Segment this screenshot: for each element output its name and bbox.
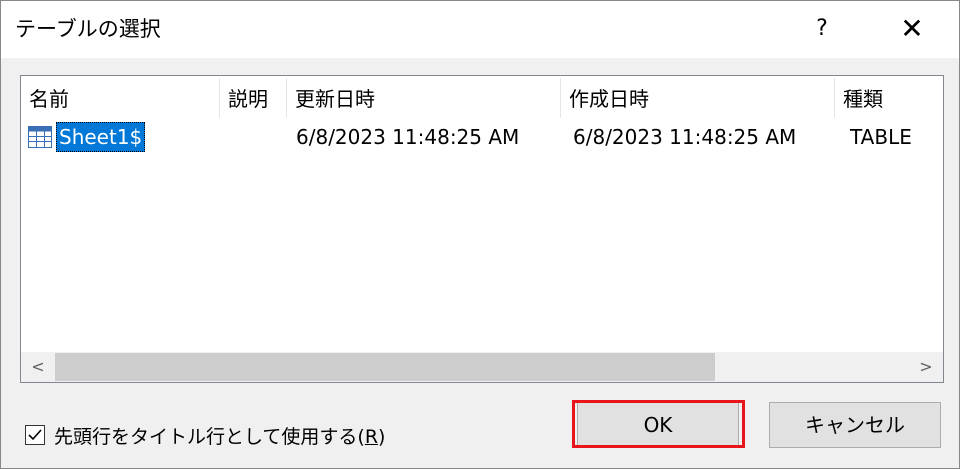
- first-row-header-option[interactable]: 先頭行をタイトル行として使用する(R): [25, 421, 385, 449]
- help-icon: ?: [816, 16, 828, 41]
- list-header: 名前 説明 更新日時 作成日時 種類: [21, 76, 943, 122]
- scroll-left-icon[interactable]: <: [23, 352, 53, 382]
- row-name-cell[interactable]: Sheet1$: [56, 122, 146, 152]
- cancel-button[interactable]: キャンセル: [769, 402, 941, 448]
- table-row[interactable]: Sheet1$ 6/8/2023 11:48:25 AM 6/8/2023 11…: [21, 121, 943, 153]
- close-button[interactable]: ✕: [888, 11, 936, 47]
- ok-highlight-box: [572, 400, 745, 448]
- select-table-dialog: テーブルの選択 ? ✕ 名前 説明 更新日時 作成日時 種類 Sheet1$ 6…: [0, 0, 960, 469]
- table-list[interactable]: 名前 説明 更新日時 作成日時 種類 Sheet1$ 6/8/2023 11:4…: [20, 75, 944, 383]
- column-header-type[interactable]: 種類: [835, 76, 943, 122]
- column-header-name[interactable]: 名前: [21, 76, 219, 122]
- help-button[interactable]: ?: [807, 11, 837, 47]
- first-row-header-checkbox[interactable]: [25, 425, 45, 445]
- dialog-title: テーブルの選択: [15, 17, 161, 41]
- column-header-modified[interactable]: 更新日時: [287, 76, 560, 122]
- table-icon: [28, 126, 52, 148]
- column-header-created[interactable]: 作成日時: [561, 76, 834, 122]
- scroll-right-icon[interactable]: >: [911, 352, 941, 382]
- row-modified-cell: 6/8/2023 11:48:25 AM: [296, 125, 520, 149]
- close-icon: ✕: [900, 12, 924, 45]
- row-type-cell: TABLE: [850, 125, 912, 149]
- row-created-cell: 6/8/2023 11:48:25 AM: [573, 125, 797, 149]
- horizontal-scrollbar[interactable]: < >: [21, 352, 943, 382]
- scrollbar-thumb[interactable]: [55, 353, 715, 381]
- accelerator-key: R: [364, 425, 379, 448]
- column-header-description[interactable]: 説明: [220, 76, 286, 122]
- check-icon: [28, 429, 42, 441]
- first-row-header-label[interactable]: 先頭行をタイトル行として使用する(R): [54, 422, 385, 449]
- title-bar: テーブルの選択 ? ✕: [1, 1, 959, 58]
